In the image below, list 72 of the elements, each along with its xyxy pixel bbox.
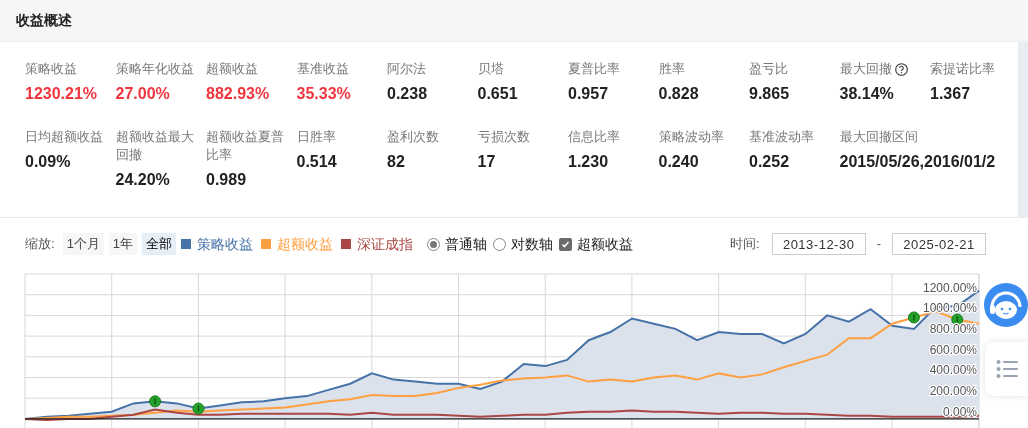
metric-value: 0.989 — [206, 170, 247, 190]
radio-icon[interactable] — [493, 237, 507, 251]
metric-value: 0.514 — [296, 152, 337, 172]
metric-label: 亏损次数 — [477, 128, 530, 146]
metric-label: 信息比率 — [568, 128, 620, 146]
metric-value: 35.33% — [296, 84, 351, 104]
axis-label: 800.00% — [929, 322, 977, 337]
metric-label: 盈利次数 — [387, 128, 439, 146]
zoom-label: 缩放: — [25, 235, 55, 254]
metric-value: 82 — [387, 152, 405, 172]
metric-label: 策略收益 — [25, 60, 77, 78]
checkbox-icon[interactable] — [559, 237, 573, 251]
metric-label: 策略波动率 — [658, 128, 724, 146]
metric-value: 1.230 — [568, 152, 609, 172]
metric-value: 38.14% — [839, 84, 894, 104]
start-date-field[interactable]: 2013-12-30 — [771, 233, 866, 255]
trade-marker-icon[interactable] — [907, 311, 920, 324]
metric-label: 夏普比率 — [568, 60, 620, 78]
metric-value: 1230.21% — [25, 84, 98, 104]
axis-label: 1200.00% — [923, 280, 977, 295]
metric-label: 最大回撤 — [839, 60, 892, 78]
trade-marker-icon[interactable] — [951, 313, 964, 326]
metric-value: 0.238 — [387, 84, 428, 104]
metric-value: 0.252 — [749, 152, 790, 172]
metric-label: 日胜率 — [296, 128, 336, 146]
metric-value: 9.865 — [749, 84, 790, 104]
metric-value: 2015/05/26,2016/01/2 — [839, 152, 996, 172]
axis-radio[interactable]: 普通轴 — [427, 233, 488, 255]
metric-label: 索提诺比率 — [930, 60, 995, 78]
help-icon[interactable] — [894, 62, 908, 76]
end-date-field[interactable]: 2025-02-21 — [892, 233, 986, 255]
metric-value: 0.957 — [568, 84, 609, 104]
metric-value: 0.828 — [658, 84, 699, 104]
legend-label[interactable]: 策略收益 — [197, 233, 254, 255]
metric-value: 882.93% — [206, 84, 270, 104]
metric-value: 24.20% — [115, 170, 170, 190]
metric-value: 0.09% — [25, 152, 71, 172]
metric-label: 贝塔 — [477, 60, 504, 78]
metric-label: 最大回撤区间 — [839, 128, 918, 146]
legend-label[interactable]: 深证成指 — [357, 233, 414, 255]
metric-label: 策略年化收益 — [115, 60, 194, 78]
axis-label: 200.00% — [929, 384, 977, 399]
radio-icon[interactable] — [427, 237, 441, 251]
assistant-icon[interactable] — [984, 283, 1028, 327]
list-icon — [995, 359, 1018, 379]
metric-label: 基准收益 — [296, 60, 349, 78]
date-separator: - — [876, 235, 881, 254]
trade-marker-icon[interactable] — [192, 402, 205, 415]
section-title: 收益概述 — [16, 11, 72, 30]
axis-label: 0.00% — [943, 404, 977, 419]
excess-checkbox[interactable]: 超额收益 — [559, 233, 634, 255]
zoom-button[interactable]: 全部 — [142, 233, 177, 255]
metric-label: 超额收益最大回撤 — [115, 128, 195, 164]
metric-label: 日均超额收益 — [25, 128, 103, 146]
metric-label: 盈亏比 — [749, 60, 788, 78]
metric-label: 超额收益夏普比率 — [206, 128, 285, 164]
metric-value: 17 — [477, 152, 496, 172]
metric-label: 超额收益 — [206, 60, 258, 78]
metric-value: 27.00% — [115, 84, 170, 104]
axis-radio[interactable]: 对数轴 — [493, 233, 554, 255]
trade-marker-icon[interactable] — [149, 395, 162, 408]
time-label: 时间: — [730, 235, 760, 254]
zoom-button[interactable]: 1个月 — [62, 233, 104, 255]
axis-label: 400.00% — [929, 363, 977, 378]
metric-value: 0.651 — [477, 84, 518, 104]
metric-label: 胜率 — [658, 60, 685, 78]
metric-value: 0.240 — [658, 152, 699, 172]
metric-label: 阿尔法 — [387, 60, 426, 78]
metric-label: 基准波动率 — [749, 128, 814, 146]
axis-label: 600.00% — [929, 342, 977, 357]
metric-value: 1.367 — [930, 84, 971, 104]
zoom-button[interactable]: 1年 — [108, 233, 138, 255]
